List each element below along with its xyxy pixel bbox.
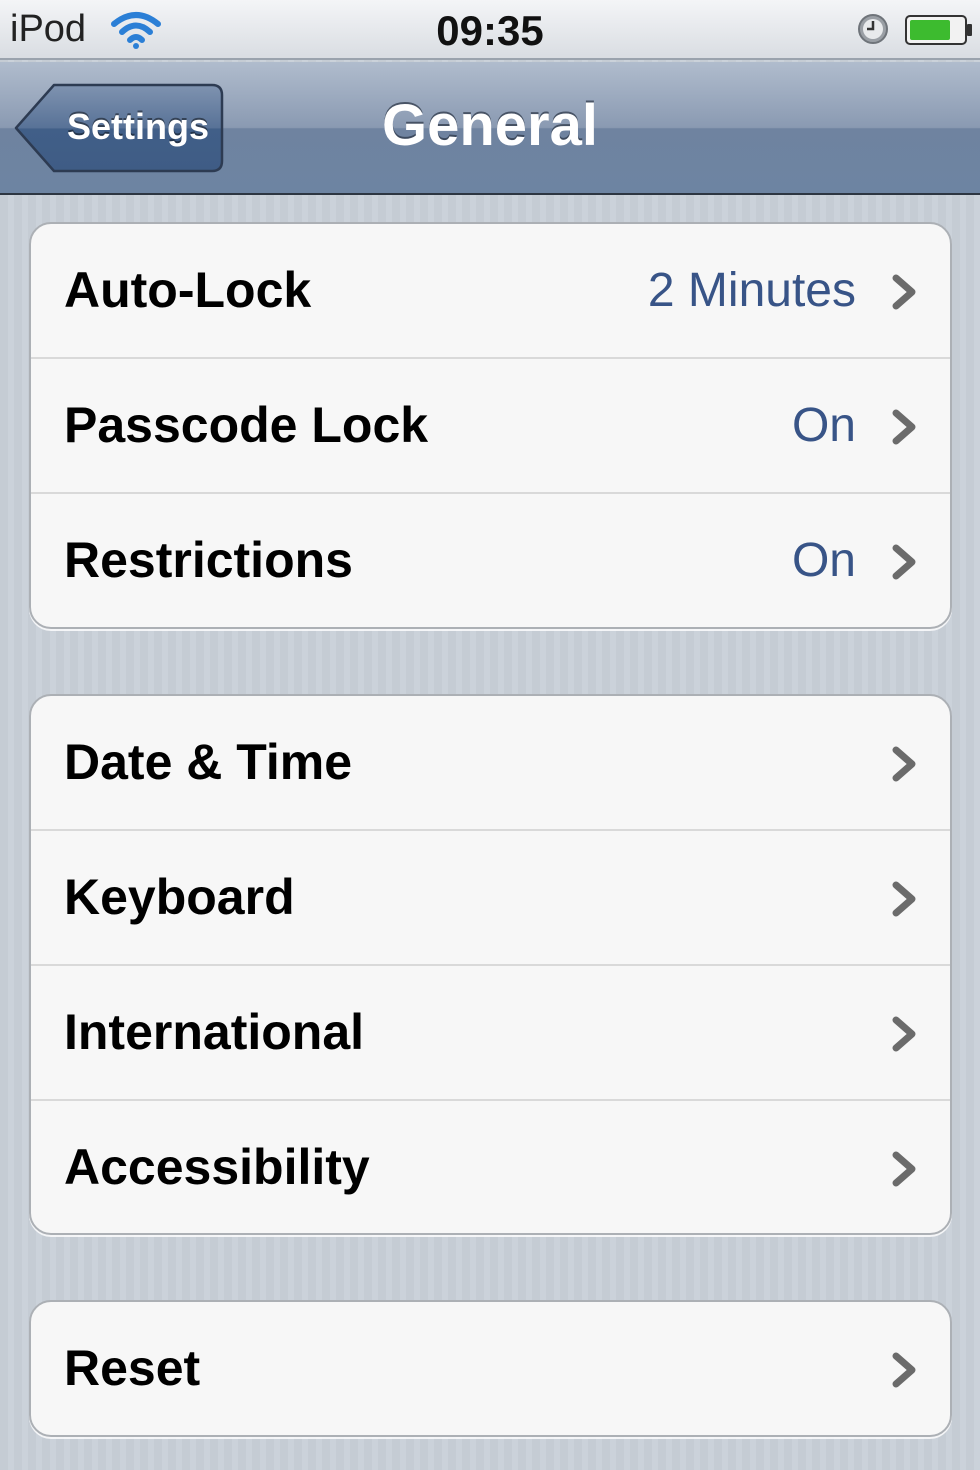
settings-group-security: Auto-Lock 2 Minutes Passcode Lock On Res… — [29, 222, 952, 629]
row-auto-lock[interactable]: Auto-Lock 2 Minutes — [31, 224, 950, 359]
chevron-right-icon — [892, 1352, 916, 1388]
row-reset[interactable]: Reset — [31, 1302, 950, 1435]
chevron-right-icon — [892, 274, 916, 310]
row-passcode-lock[interactable]: Passcode Lock On — [31, 359, 950, 494]
row-label: Passcode Lock — [64, 397, 429, 453]
row-label: Auto-Lock — [64, 262, 312, 318]
alarm-icon — [858, 14, 888, 44]
row-date-time[interactable]: Date & Time — [31, 696, 950, 831]
chevron-right-icon — [892, 746, 916, 782]
status-bar: iPod 09:35 — [0, 0, 980, 60]
clock: 09:35 — [436, 7, 544, 54]
settings-group-input: Date & Time Keyboard International Acces… — [29, 694, 952, 1235]
row-label: Restrictions — [64, 532, 353, 588]
row-value: 2 Minutes — [647, 264, 856, 317]
row-accessibility[interactable]: Accessibility — [31, 1101, 950, 1233]
chevron-right-icon — [892, 1016, 916, 1052]
row-value: On — [791, 399, 856, 452]
row-international[interactable]: International — [31, 966, 950, 1101]
chevron-right-icon — [892, 1151, 916, 1187]
row-label: Reset — [64, 1340, 201, 1396]
chevron-right-icon — [892, 409, 916, 445]
chevron-right-icon — [892, 881, 916, 917]
row-restrictions[interactable]: Restrictions On — [31, 494, 950, 627]
row-value: On — [791, 534, 856, 587]
row-label: Keyboard — [64, 869, 295, 925]
chevron-right-icon — [892, 544, 916, 580]
row-label: Date & Time — [64, 734, 353, 790]
row-keyboard[interactable]: Keyboard — [31, 831, 950, 966]
battery-icon — [905, 15, 972, 45]
navigation-bar: Settings General — [0, 62, 980, 195]
page-title: General — [382, 93, 598, 158]
row-label: Accessibility — [64, 1139, 370, 1195]
settings-group-reset: Reset — [29, 1300, 952, 1437]
row-label: International — [64, 1004, 365, 1060]
